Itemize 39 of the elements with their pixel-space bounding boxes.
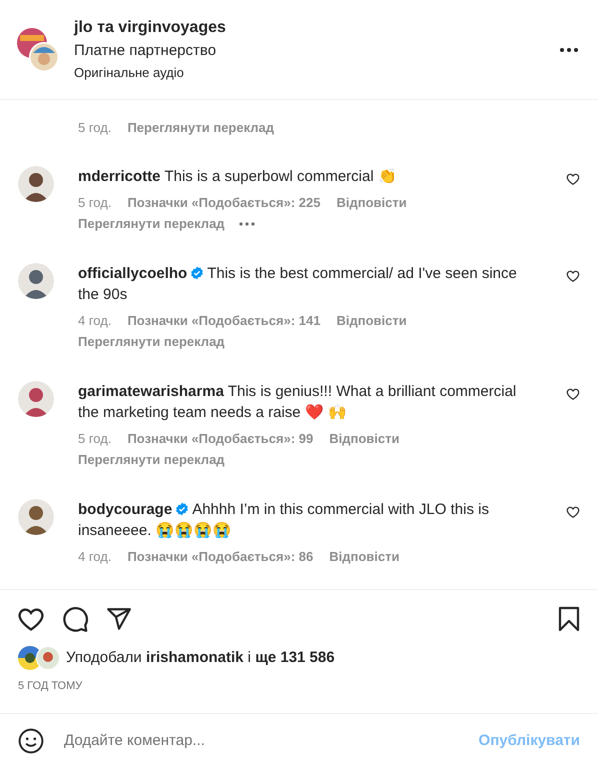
likes-count[interactable]: Позначки «Подобається»: 225 — [127, 194, 320, 210]
comment-time: 5 год. — [78, 430, 112, 446]
verified-badge-icon — [190, 266, 204, 280]
likes-count[interactable]: Позначки «Подобається»: 141 — [127, 312, 320, 328]
reply-link[interactable]: Відповісти — [336, 312, 407, 328]
reply-link[interactable]: Відповісти — [329, 430, 400, 446]
more-icon[interactable] — [560, 48, 578, 52]
post-date: 5 ГОД ТОМУ — [18, 680, 82, 692]
likes-count[interactable]: Позначки «Подобається»: 86 — [127, 548, 314, 564]
translate-link[interactable]: Переглянути переклад — [78, 452, 225, 468]
translate-link[interactable]: Переглянути переклад — [78, 216, 225, 232]
comment-time: 4 год. — [78, 312, 112, 328]
likes-summary[interactable]: Уподобали irishamonatik і ще 131 586 — [66, 646, 335, 670]
post-title[interactable]: jlo та virginvoyages — [74, 16, 560, 38]
paid-partnership-label: Платне партнерство — [74, 40, 218, 60]
comment-text: mderricotte This is a superbowl commercial 👏 — [78, 166, 398, 186]
comment-time: 5 год. — [78, 119, 112, 137]
comment-text: officiallycoelho This is the best commercial/ ad I've seen since the 90s — [78, 264, 518, 304]
comment-text: bodycourage Ahhhh I’m in this commercial with JLO this is insaneeee. 😭😭😭😭 — [78, 500, 490, 540]
comment-icon[interactable] — [62, 606, 89, 632]
bookmark-icon[interactable] — [557, 606, 581, 632]
post-button[interactable]: Опублікувати — [478, 730, 580, 752]
like-icon[interactable] — [566, 268, 580, 282]
reply-link[interactable]: Відповісти — [329, 548, 400, 564]
emoji-icon[interactable] — [18, 728, 44, 754]
comment-time: 5 год. — [78, 194, 112, 210]
translate-link[interactable]: Переглянути переклад — [78, 334, 225, 350]
likes-count[interactable]: Позначки «Подобається»: 99 — [127, 430, 314, 446]
verified-badge-icon — [175, 502, 190, 516]
like-icon[interactable] — [566, 386, 580, 400]
like-icon[interactable] — [566, 504, 580, 518]
audio-label[interactable]: Оригінальне аудіо — [74, 62, 560, 82]
comment-text: garimatewarisharma This is genius!!! What a brilliant commercial the marketing team needs a raise ❤ 🙌 — [78, 382, 518, 422]
reply-link[interactable]: Відповісти — [336, 194, 407, 210]
share-icon[interactable] — [106, 606, 132, 632]
like-icon[interactable] — [566, 172, 580, 186]
comment-time: 4 год. — [78, 548, 112, 564]
translate-link[interactable]: Переглянути переклад — [127, 118, 274, 138]
comment-input[interactable]: Додайте коментар... — [64, 730, 479, 752]
